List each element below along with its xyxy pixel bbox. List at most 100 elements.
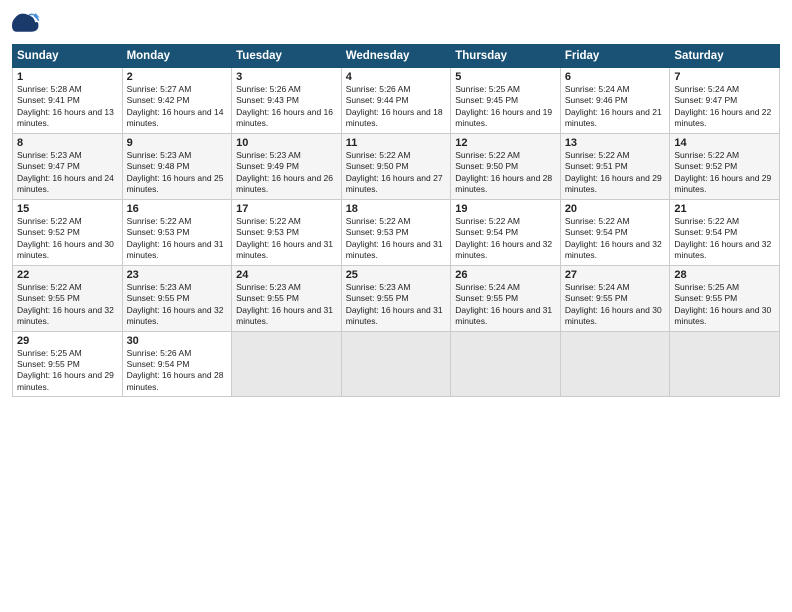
day-number: 7 bbox=[674, 71, 775, 83]
day-cell bbox=[560, 331, 670, 397]
day-info: Sunrise: 5:25 AMSunset: 9:45 PMDaylight:… bbox=[455, 84, 556, 130]
day-cell: 2Sunrise: 5:27 AMSunset: 9:42 PMDaylight… bbox=[122, 68, 232, 134]
day-cell: 12Sunrise: 5:22 AMSunset: 9:50 PMDayligh… bbox=[451, 133, 561, 199]
day-number: 5 bbox=[455, 71, 556, 83]
day-cell: 7Sunrise: 5:24 AMSunset: 9:47 PMDaylight… bbox=[670, 68, 780, 134]
day-cell: 14Sunrise: 5:22 AMSunset: 9:52 PMDayligh… bbox=[670, 133, 780, 199]
day-cell: 4Sunrise: 5:26 AMSunset: 9:44 PMDaylight… bbox=[341, 68, 451, 134]
day-cell: 9Sunrise: 5:23 AMSunset: 9:48 PMDaylight… bbox=[122, 133, 232, 199]
day-cell: 8Sunrise: 5:23 AMSunset: 9:47 PMDaylight… bbox=[13, 133, 123, 199]
day-number: 14 bbox=[674, 137, 775, 149]
day-cell bbox=[451, 331, 561, 397]
day-number: 22 bbox=[17, 269, 118, 281]
day-info: Sunrise: 5:22 AMSunset: 9:54 PMDaylight:… bbox=[674, 216, 775, 262]
day-number: 18 bbox=[346, 203, 447, 215]
week-row-3: 15Sunrise: 5:22 AMSunset: 9:52 PMDayligh… bbox=[13, 199, 780, 265]
day-number: 1 bbox=[17, 71, 118, 83]
day-number: 23 bbox=[127, 269, 228, 281]
day-info: Sunrise: 5:22 AMSunset: 9:50 PMDaylight:… bbox=[346, 150, 447, 196]
day-cell bbox=[341, 331, 451, 397]
day-number: 16 bbox=[127, 203, 228, 215]
day-cell: 16Sunrise: 5:22 AMSunset: 9:53 PMDayligh… bbox=[122, 199, 232, 265]
day-cell: 24Sunrise: 5:23 AMSunset: 9:55 PMDayligh… bbox=[232, 265, 342, 331]
day-cell: 10Sunrise: 5:23 AMSunset: 9:49 PMDayligh… bbox=[232, 133, 342, 199]
day-cell: 13Sunrise: 5:22 AMSunset: 9:51 PMDayligh… bbox=[560, 133, 670, 199]
day-cell: 18Sunrise: 5:22 AMSunset: 9:53 PMDayligh… bbox=[341, 199, 451, 265]
day-info: Sunrise: 5:22 AMSunset: 9:52 PMDaylight:… bbox=[17, 216, 118, 262]
day-info: Sunrise: 5:24 AMSunset: 9:47 PMDaylight:… bbox=[674, 84, 775, 130]
day-number: 2 bbox=[127, 71, 228, 83]
day-number: 25 bbox=[346, 269, 447, 281]
column-header-wednesday: Wednesday bbox=[341, 45, 451, 68]
day-cell: 15Sunrise: 5:22 AMSunset: 9:52 PMDayligh… bbox=[13, 199, 123, 265]
day-cell: 17Sunrise: 5:22 AMSunset: 9:53 PMDayligh… bbox=[232, 199, 342, 265]
day-info: Sunrise: 5:23 AMSunset: 9:55 PMDaylight:… bbox=[127, 282, 228, 328]
day-cell: 25Sunrise: 5:23 AMSunset: 9:55 PMDayligh… bbox=[341, 265, 451, 331]
day-number: 26 bbox=[455, 269, 556, 281]
day-info: Sunrise: 5:24 AMSunset: 9:55 PMDaylight:… bbox=[455, 282, 556, 328]
day-cell: 6Sunrise: 5:24 AMSunset: 9:46 PMDaylight… bbox=[560, 68, 670, 134]
day-info: Sunrise: 5:27 AMSunset: 9:42 PMDaylight:… bbox=[127, 84, 228, 130]
day-info: Sunrise: 5:22 AMSunset: 9:53 PMDaylight:… bbox=[346, 216, 447, 262]
day-info: Sunrise: 5:25 AMSunset: 9:55 PMDaylight:… bbox=[674, 282, 775, 328]
day-number: 20 bbox=[565, 203, 666, 215]
column-header-sunday: Sunday bbox=[13, 45, 123, 68]
day-info: Sunrise: 5:26 AMSunset: 9:54 PMDaylight:… bbox=[127, 348, 228, 394]
day-number: 3 bbox=[236, 71, 337, 83]
day-cell: 26Sunrise: 5:24 AMSunset: 9:55 PMDayligh… bbox=[451, 265, 561, 331]
day-info: Sunrise: 5:22 AMSunset: 9:53 PMDaylight:… bbox=[236, 216, 337, 262]
logo bbox=[12, 10, 44, 38]
header bbox=[12, 10, 780, 38]
day-number: 29 bbox=[17, 335, 118, 347]
day-info: Sunrise: 5:24 AMSunset: 9:46 PMDaylight:… bbox=[565, 84, 666, 130]
day-cell bbox=[232, 331, 342, 397]
day-number: 11 bbox=[346, 137, 447, 149]
day-cell: 5Sunrise: 5:25 AMSunset: 9:45 PMDaylight… bbox=[451, 68, 561, 134]
day-number: 12 bbox=[455, 137, 556, 149]
day-cell: 23Sunrise: 5:23 AMSunset: 9:55 PMDayligh… bbox=[122, 265, 232, 331]
day-info: Sunrise: 5:22 AMSunset: 9:51 PMDaylight:… bbox=[565, 150, 666, 196]
day-cell: 20Sunrise: 5:22 AMSunset: 9:54 PMDayligh… bbox=[560, 199, 670, 265]
day-number: 15 bbox=[17, 203, 118, 215]
day-info: Sunrise: 5:22 AMSunset: 9:54 PMDaylight:… bbox=[455, 216, 556, 262]
day-number: 6 bbox=[565, 71, 666, 83]
column-header-monday: Monday bbox=[122, 45, 232, 68]
day-number: 28 bbox=[674, 269, 775, 281]
day-info: Sunrise: 5:25 AMSunset: 9:55 PMDaylight:… bbox=[17, 348, 118, 394]
day-info: Sunrise: 5:23 AMSunset: 9:49 PMDaylight:… bbox=[236, 150, 337, 196]
day-number: 4 bbox=[346, 71, 447, 83]
day-info: Sunrise: 5:23 AMSunset: 9:48 PMDaylight:… bbox=[127, 150, 228, 196]
day-info: Sunrise: 5:24 AMSunset: 9:55 PMDaylight:… bbox=[565, 282, 666, 328]
day-cell: 29Sunrise: 5:25 AMSunset: 9:55 PMDayligh… bbox=[13, 331, 123, 397]
day-info: Sunrise: 5:23 AMSunset: 9:55 PMDaylight:… bbox=[346, 282, 447, 328]
day-number: 10 bbox=[236, 137, 337, 149]
column-header-thursday: Thursday bbox=[451, 45, 561, 68]
day-info: Sunrise: 5:22 AMSunset: 9:50 PMDaylight:… bbox=[455, 150, 556, 196]
header-row: SundayMondayTuesdayWednesdayThursdayFrid… bbox=[13, 45, 780, 68]
day-number: 19 bbox=[455, 203, 556, 215]
day-info: Sunrise: 5:26 AMSunset: 9:44 PMDaylight:… bbox=[346, 84, 447, 130]
day-number: 17 bbox=[236, 203, 337, 215]
week-row-4: 22Sunrise: 5:22 AMSunset: 9:55 PMDayligh… bbox=[13, 265, 780, 331]
day-cell: 22Sunrise: 5:22 AMSunset: 9:55 PMDayligh… bbox=[13, 265, 123, 331]
week-row-1: 1Sunrise: 5:28 AMSunset: 9:41 PMDaylight… bbox=[13, 68, 780, 134]
column-header-tuesday: Tuesday bbox=[232, 45, 342, 68]
day-number: 8 bbox=[17, 137, 118, 149]
day-info: Sunrise: 5:22 AMSunset: 9:52 PMDaylight:… bbox=[674, 150, 775, 196]
day-info: Sunrise: 5:23 AMSunset: 9:47 PMDaylight:… bbox=[17, 150, 118, 196]
day-cell: 19Sunrise: 5:22 AMSunset: 9:54 PMDayligh… bbox=[451, 199, 561, 265]
day-cell: 28Sunrise: 5:25 AMSunset: 9:55 PMDayligh… bbox=[670, 265, 780, 331]
day-cell: 30Sunrise: 5:26 AMSunset: 9:54 PMDayligh… bbox=[122, 331, 232, 397]
day-cell: 21Sunrise: 5:22 AMSunset: 9:54 PMDayligh… bbox=[670, 199, 780, 265]
day-number: 9 bbox=[127, 137, 228, 149]
calendar-table: SundayMondayTuesdayWednesdayThursdayFrid… bbox=[12, 44, 780, 397]
day-info: Sunrise: 5:22 AMSunset: 9:54 PMDaylight:… bbox=[565, 216, 666, 262]
day-number: 30 bbox=[127, 335, 228, 347]
week-row-5: 29Sunrise: 5:25 AMSunset: 9:55 PMDayligh… bbox=[13, 331, 780, 397]
column-header-saturday: Saturday bbox=[670, 45, 780, 68]
column-header-friday: Friday bbox=[560, 45, 670, 68]
day-cell: 27Sunrise: 5:24 AMSunset: 9:55 PMDayligh… bbox=[560, 265, 670, 331]
day-number: 24 bbox=[236, 269, 337, 281]
day-info: Sunrise: 5:28 AMSunset: 9:41 PMDaylight:… bbox=[17, 84, 118, 130]
week-row-2: 8Sunrise: 5:23 AMSunset: 9:47 PMDaylight… bbox=[13, 133, 780, 199]
